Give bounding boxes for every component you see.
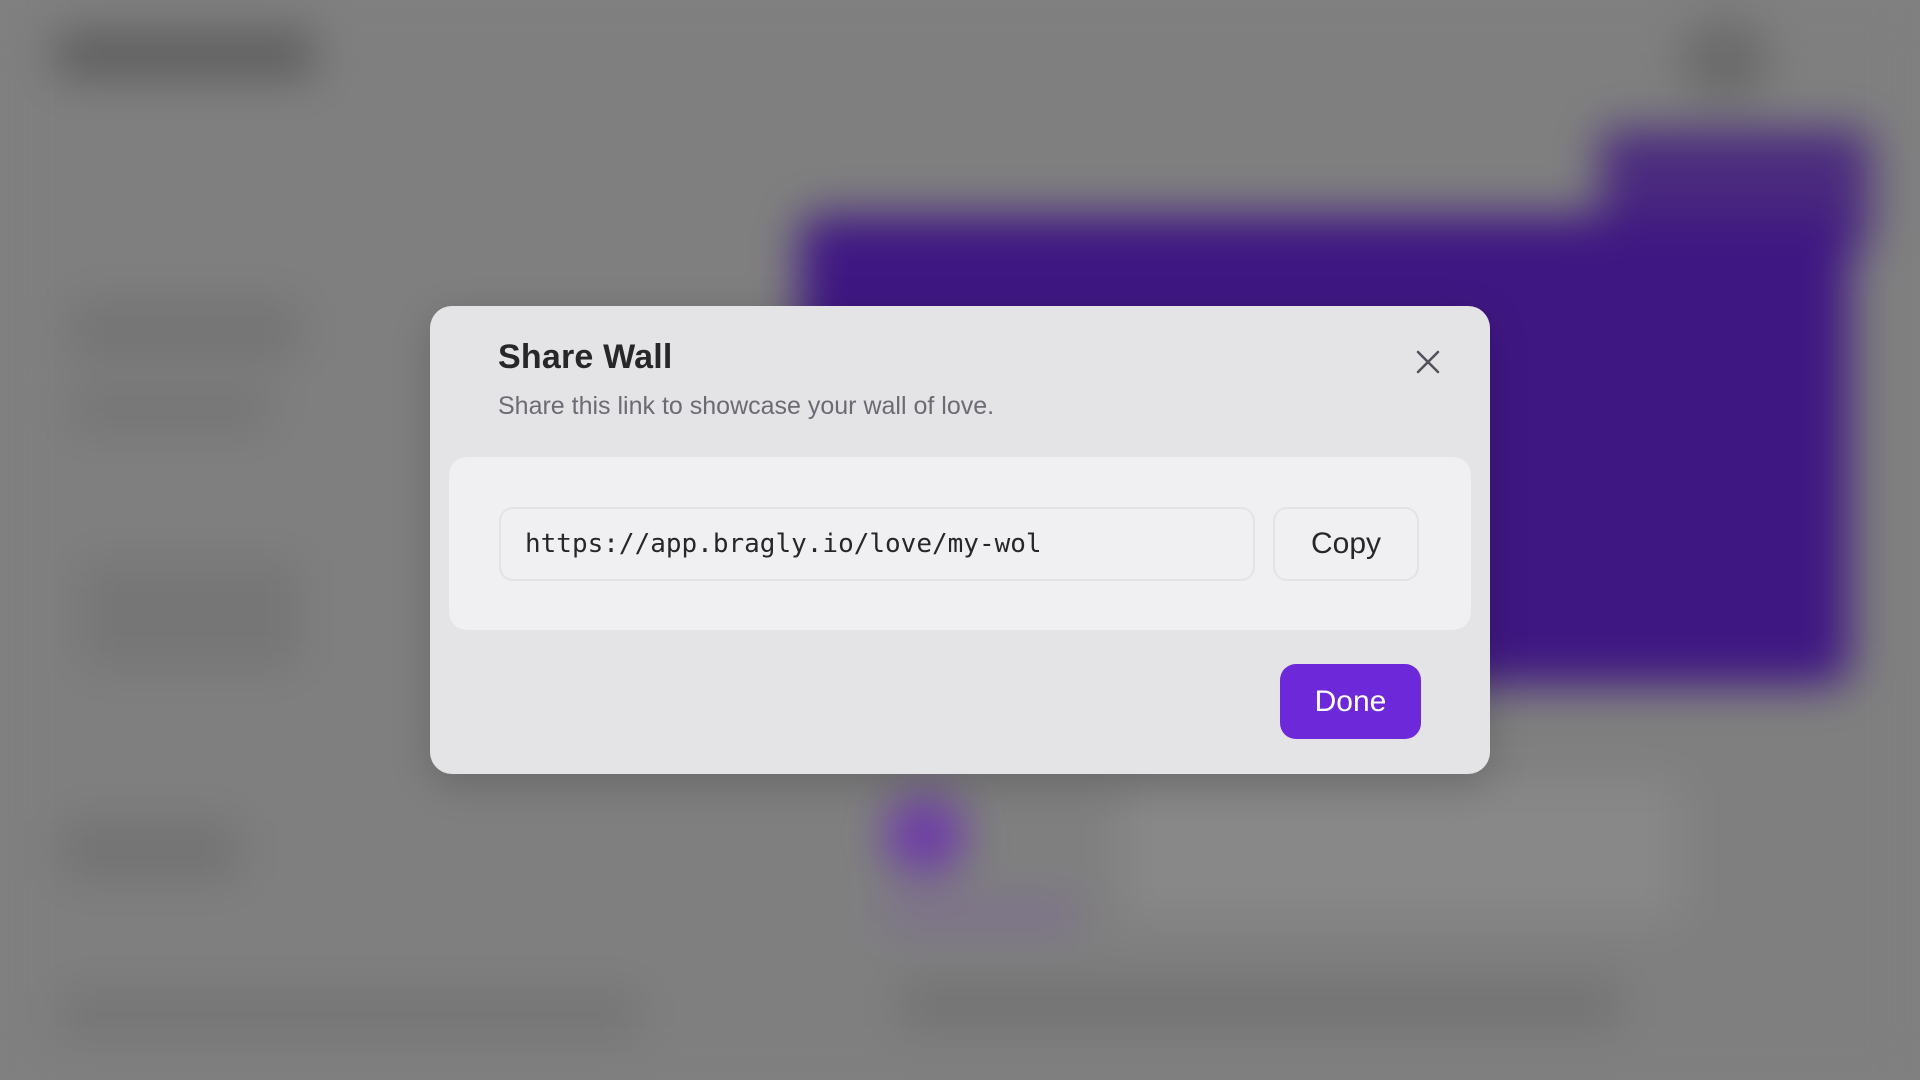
- background-avatar-dot: [885, 795, 965, 875]
- done-button[interactable]: Done: [1280, 664, 1421, 739]
- share-link-panel: Copy: [449, 457, 1471, 630]
- background-sidebar-block: [70, 300, 300, 360]
- dialog-subtitle: Share this link to showcase your wall of…: [498, 392, 995, 420]
- dialog-title: Share Wall: [498, 338, 673, 376]
- share-link-input[interactable]: [499, 507, 1255, 581]
- copy-button[interactable]: Copy: [1273, 507, 1419, 581]
- share-wall-dialog: Share Wall Share this link to showcase y…: [430, 306, 1490, 774]
- background-sidebar-block: [80, 560, 300, 670]
- background-content-block: [1120, 780, 1680, 920]
- background-text-line: [900, 980, 1620, 1030]
- background-avatar: [1680, 20, 1770, 100]
- background-sidebar-block: [60, 820, 240, 880]
- close-icon: [1416, 350, 1440, 374]
- background-sidebar-block: [70, 390, 270, 430]
- close-button[interactable]: [1410, 344, 1446, 380]
- background-text-line: [60, 990, 640, 1040]
- background-logo: [55, 30, 315, 78]
- background-text-line: [880, 900, 1080, 930]
